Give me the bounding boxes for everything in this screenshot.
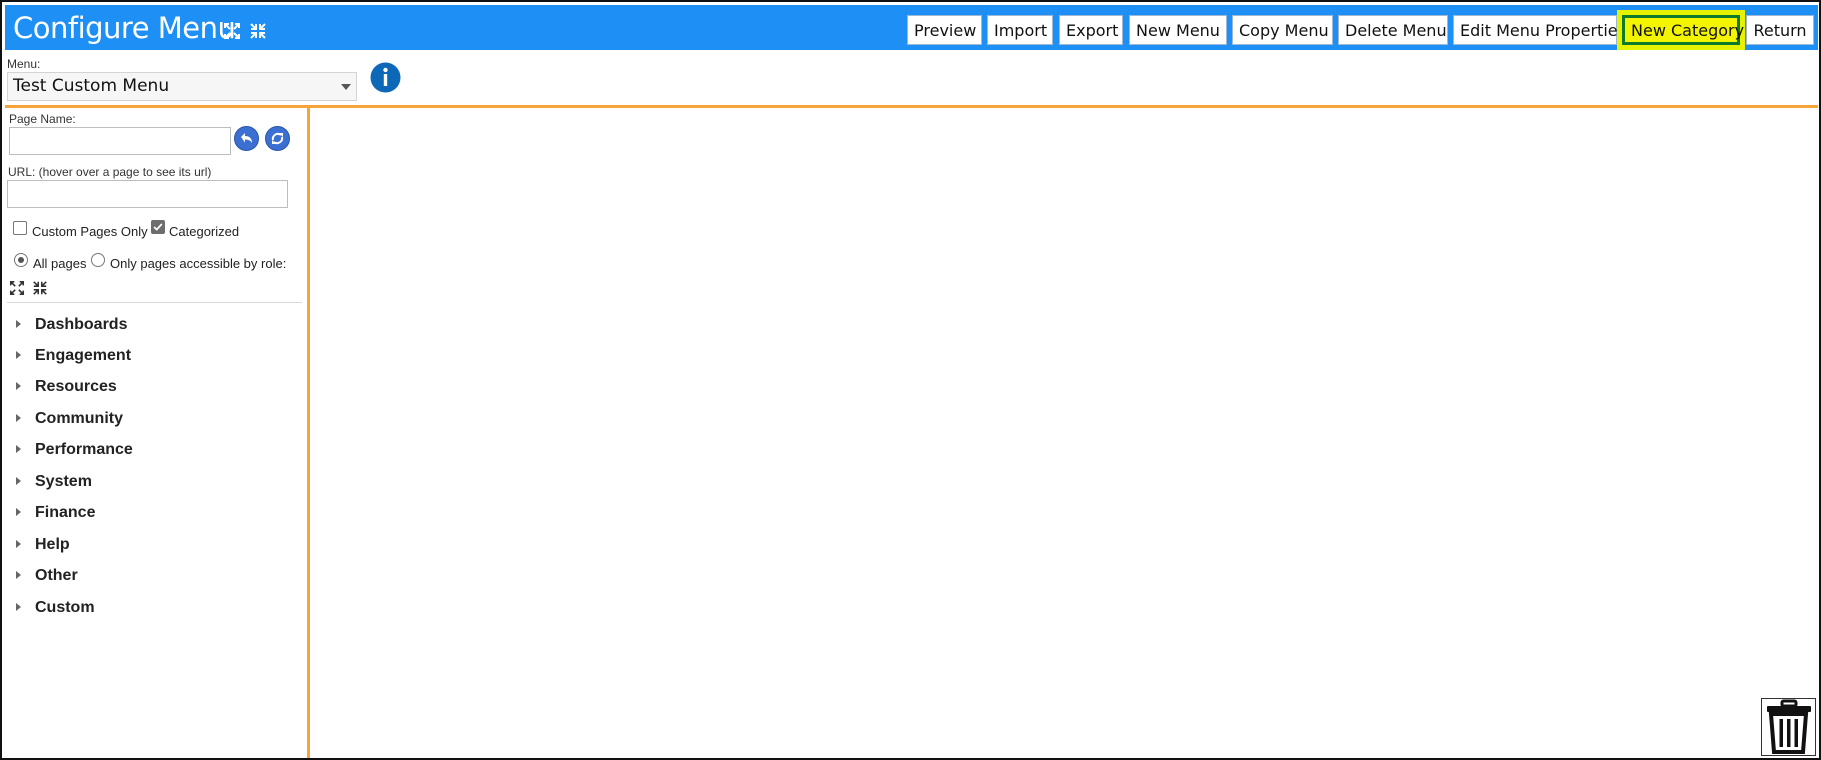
page-name-input[interactable] — [9, 127, 231, 155]
preview-button[interactable]: Preview — [907, 15, 982, 45]
configure-menu-window: Configure Menu Preview Import Export New… — [0, 0, 1821, 760]
expand-arrow-icon[interactable] — [16, 382, 21, 390]
category-community[interactable]: Community — [12, 408, 292, 434]
role-pages-radio[interactable] — [91, 253, 105, 267]
category-custom[interactable]: Custom — [12, 597, 292, 623]
copy-menu-button[interactable]: Copy Menu — [1232, 15, 1333, 45]
page-title: Configure Menu — [13, 11, 236, 45]
category-dashboards[interactable]: Dashboards — [12, 314, 292, 340]
all-pages-label: All pages — [33, 256, 87, 271]
category-label: Custom — [35, 599, 95, 616]
expand-arrow-icon[interactable] — [16, 603, 21, 611]
expand-arrow-icon[interactable] — [16, 414, 21, 422]
categorized-label: Categorized — [169, 224, 240, 239]
expand-all-icon[interactable] — [223, 22, 241, 40]
checkmark-icon — [153, 223, 163, 231]
menu-label: Menu: — [7, 57, 41, 71]
expand-arrow-icon[interactable] — [16, 445, 21, 453]
chevron-down-icon — [341, 84, 351, 90]
expand-all-icon[interactable] — [9, 280, 25, 296]
undo-icon[interactable] — [234, 126, 259, 151]
category-help[interactable]: Help — [12, 534, 292, 560]
category-label: Engagement — [35, 347, 132, 364]
expand-arrow-icon[interactable] — [16, 540, 21, 548]
categorized-checkbox[interactable] — [151, 220, 165, 234]
edit-menu-properties-button[interactable]: Edit Menu Properties — [1453, 15, 1626, 45]
category-other[interactable]: Other — [12, 565, 292, 591]
category-finance[interactable]: Finance — [12, 502, 292, 528]
category-label: Resources — [35, 378, 117, 395]
category-label: Finance — [35, 504, 96, 521]
all-pages-radio[interactable] — [14, 253, 28, 267]
info-icon[interactable] — [370, 62, 401, 93]
category-label: Community — [35, 410, 123, 427]
category-engagement[interactable]: Engagement — [12, 345, 292, 371]
trash-icon[interactable] — [1761, 698, 1816, 756]
filter-divider — [7, 302, 302, 303]
custom-pages-only-label: Custom Pages Only — [32, 224, 148, 239]
expand-arrow-icon[interactable] — [16, 320, 21, 328]
return-button[interactable]: Return — [1746, 15, 1814, 45]
category-system[interactable]: System — [12, 471, 292, 497]
category-label: Performance — [35, 441, 133, 458]
menu-select-value: Test Custom Menu — [13, 76, 170, 96]
url-input[interactable] — [7, 180, 288, 208]
role-pages-label: Only pages accessible by role: — [110, 256, 287, 271]
refresh-icon[interactable] — [265, 126, 290, 151]
header-bar: Configure Menu Preview Import Export New… — [5, 5, 1818, 50]
expand-arrow-icon[interactable] — [16, 351, 21, 359]
category-resources[interactable]: Resources — [12, 376, 292, 402]
export-button[interactable]: Export — [1059, 15, 1123, 45]
collapse-all-icon[interactable] — [249, 22, 267, 40]
category-label: Help — [35, 536, 70, 553]
category-label: System — [35, 473, 92, 490]
page-name-label: Page Name: — [9, 112, 76, 126]
category-performance[interactable]: Performance — [12, 439, 292, 465]
import-button[interactable]: Import — [987, 15, 1053, 45]
url-label: URL: (hover over a page to see its url) — [8, 165, 212, 179]
menu-preview-area — [310, 108, 1818, 758]
category-label: Other — [35, 567, 78, 584]
expand-arrow-icon[interactable] — [16, 477, 21, 485]
menu-select[interactable]: Test Custom Menu — [7, 72, 357, 101]
category-label: Dashboards — [35, 316, 128, 333]
new-menu-button[interactable]: New Menu — [1129, 15, 1227, 45]
collapse-all-icon[interactable] — [32, 280, 48, 296]
expand-arrow-icon[interactable] — [16, 508, 21, 516]
delete-menu-button[interactable]: Delete Menu — [1338, 15, 1448, 45]
custom-pages-only-checkbox[interactable] — [13, 221, 27, 235]
new-category-button[interactable]: New Category — [1622, 15, 1744, 45]
expand-arrow-icon[interactable] — [16, 571, 21, 579]
